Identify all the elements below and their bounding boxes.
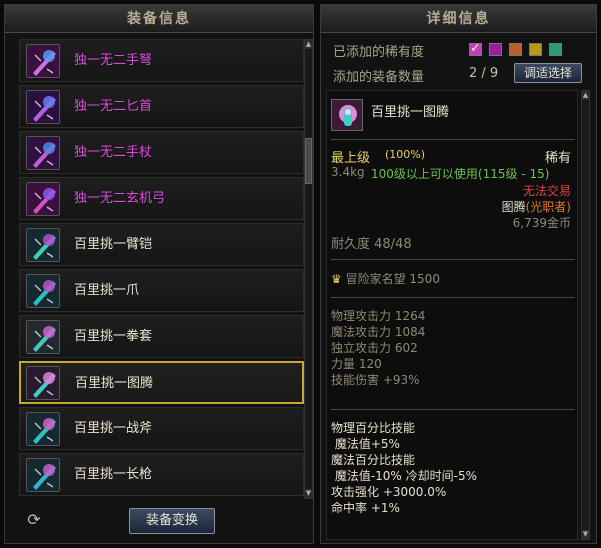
item-effect-line: 魔法百分比技能 <box>331 453 416 467</box>
fame-line: ♛ 冒险家名望 1500 <box>331 270 440 287</box>
equipment-item-name: 独一无二手弩 <box>74 53 153 68</box>
equipment-list-scrollbar[interactable]: ▲ ▼ <box>304 39 313 499</box>
checkmark-icon: ✓ <box>470 41 481 56</box>
adjust-selection-button[interactable]: 调适选择 <box>514 63 582 83</box>
item-effect-line: 魔法值-10% 冷却时间-5% <box>331 469 477 483</box>
equipment-item-name: 百里挑一战斧 <box>74 421 153 436</box>
equipment-count-value: 2 / 9 <box>469 66 499 81</box>
item-effect-line: 物理百分比技能 <box>331 421 416 435</box>
totem-icon <box>26 366 60 400</box>
spear-icon <box>26 458 60 492</box>
item-trade-status: 无法交易 <box>522 184 571 198</box>
item-tooltip: 百里挑一图腾 最上级 (100%) 稀有 3.4kg 100级以上可以使用(11… <box>326 90 578 540</box>
equipment-list: 独一无二手弩 独一无二匕首 独一无二手杖 独一无二玄机弓 百里挑一臂铠 百里挑一爪百里挑一… <box>19 39 304 499</box>
divider <box>331 259 575 260</box>
equipment-list-item[interactable]: 独一无二玄机弓 <box>19 177 304 220</box>
scroll-up-arrow-icon[interactable]: ▲ <box>582 91 589 100</box>
equipment-item-name: 独一无二手杖 <box>74 145 153 160</box>
item-price: 6,739金币 <box>512 216 571 230</box>
item-stat-line: 物理攻击力 1264 <box>331 309 426 323</box>
refresh-icon[interactable]: ⟳ <box>25 511 43 529</box>
equipment-item-name: 独一无二玄机弓 <box>74 191 166 206</box>
item-rarity: 稀有 <box>544 151 571 166</box>
equipment-item-name: 百里挑一长枪 <box>74 467 153 482</box>
dagger-icon <box>26 90 60 124</box>
equipment-list-item[interactable]: 百里挑一长枪 <box>19 453 304 496</box>
totem-icon <box>331 99 363 131</box>
equipment-item-name: 百里挑一拳套 <box>74 329 153 344</box>
detail-info-title: 详细信息 <box>321 5 596 33</box>
item-effect-line: 攻击强化 +3000.0% <box>331 485 447 499</box>
equipment-count-label: 添加的装备数量 <box>333 70 425 85</box>
detail-scrollbar[interactable]: ▲ ▼ <box>581 90 590 540</box>
equipment-item-name: 百里挑一臂铠 <box>74 237 153 252</box>
scroll-up-arrow-icon[interactable]: ▲ <box>305 40 312 49</box>
bow-icon <box>26 182 60 216</box>
knuckle-icon <box>26 320 60 354</box>
scroll-thumb[interactable] <box>305 138 312 184</box>
gauntlet-icon <box>26 228 60 262</box>
rarity-filter-label: 已添加的稀有度 <box>333 45 425 60</box>
crossbow-icon <box>26 44 60 78</box>
rarity-swatch[interactable] <box>549 43 562 56</box>
rarity-swatch[interactable] <box>509 43 522 56</box>
equipment-info-panel: 装备信息 独一无二手弩 独一无二匕首 独一无二手杖 独一无二玄机弓 百里挑一臂铠 百里挑一… <box>4 4 314 544</box>
equipment-list-item[interactable]: 百里挑一拳套 <box>19 315 304 358</box>
equipment-info-title: 装备信息 <box>5 5 313 33</box>
divider <box>331 139 575 140</box>
item-type: 图腾 <box>501 200 526 214</box>
rarity-swatch[interactable]: ✓ <box>469 41 482 56</box>
fame-icon: ♛ <box>331 272 342 286</box>
rarity-swatch[interactable] <box>489 43 502 56</box>
item-fame: 冒险家名望 1500 <box>345 272 440 286</box>
item-weight: 3.4kg <box>331 165 365 179</box>
detail-info-panel: 详细信息 已添加的稀有度 ✓ 添加的装备数量 2 / 9 调适选择 百里挑一图腾… <box>320 4 597 544</box>
item-name: 百里挑一图腾 <box>371 105 450 120</box>
item-level-requirement: 100级以上可以使用(115级 - 15) <box>371 167 550 181</box>
equipment-list-item[interactable]: 百里挑一图腾 <box>19 361 304 404</box>
rarity-swatch[interactable] <box>529 43 542 56</box>
equipment-item-name: 独一无二匕首 <box>74 99 153 114</box>
item-stat-line: 独立攻击力 602 <box>331 341 418 355</box>
equipment-list-item[interactable]: 独一无二手杖 <box>19 131 304 174</box>
equipment-list-item[interactable]: 独一无二手弩 <box>19 39 304 82</box>
equipment-swap-button[interactable]: 装备变换 <box>129 508 215 534</box>
item-effect-line: 魔法值+5% <box>331 437 400 451</box>
equipment-list-item[interactable]: 百里挑一战斧 <box>19 407 304 450</box>
divider <box>331 297 575 298</box>
item-effect-line: 命中率 +1% <box>331 501 400 515</box>
item-stat-line: 魔法攻击力 1084 <box>331 325 426 339</box>
item-stat-line: 力量 120 <box>331 357 382 371</box>
claw-icon <box>26 274 60 308</box>
item-grade: 最上级 <box>331 151 371 166</box>
item-stat-line: 技能伤害 +93% <box>331 373 420 387</box>
equipment-list-item[interactable]: 独一无二匕首 <box>19 85 304 128</box>
item-type-line: 图腾(光职者) <box>502 198 571 215</box>
equipment-item-name: 百里挑一图腾 <box>75 376 154 391</box>
item-durability: 耐久度 48/48 <box>331 237 412 252</box>
scroll-down-arrow-icon[interactable]: ▼ <box>582 530 589 539</box>
divider <box>331 409 575 410</box>
item-class-restriction: (光职者) <box>525 200 571 214</box>
equipment-item-name: 百里挑一爪 <box>74 283 140 298</box>
item-grade-percent: (100%) <box>385 148 426 161</box>
axe-icon <box>26 412 60 446</box>
staff-icon <box>26 136 60 170</box>
scroll-down-arrow-icon[interactable]: ▼ <box>305 489 312 498</box>
equipment-list-item[interactable]: 百里挑一臂铠 <box>19 223 304 266</box>
equipment-list-item[interactable]: 百里挑一爪 <box>19 269 304 312</box>
